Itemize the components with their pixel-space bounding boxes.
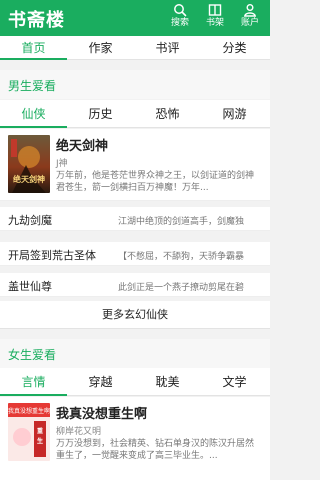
tab-time-travel[interactable]: 穿越 (67, 368, 134, 396)
list-item[interactable]: 九劫剑魔 江湖中绝顶的剑道高手，剑魔独 (0, 207, 270, 231)
site-logo[interactable]: 书斋楼 (8, 6, 65, 32)
cover-title: 我真没想重生啊 (8, 407, 50, 415)
book-title[interactable]: 我真没想重生啊 (56, 403, 147, 422)
list-item-title: 盖世仙尊 (8, 280, 52, 293)
svg-text:重: 重 (37, 427, 43, 435)
book-title[interactable]: 绝天剑神 (56, 135, 108, 154)
list-item-title: 开局签到荒古圣体 (8, 249, 96, 262)
book-description: 万年前，他是苍茫世界众神之王，以剑证道的剑神君苍生，箭一剑横扫百万神魔！万年..… (56, 171, 255, 193)
tab-literature[interactable]: 文学 (201, 368, 268, 396)
nav-home[interactable]: 首页 (0, 36, 67, 60)
svg-text:生: 生 (37, 437, 43, 445)
featured-book-male[interactable]: 绝天剑神 绝天剑神 J神 万年前，他是苍茫世界众神之王，以剑证道的剑神君苍生，箭… (0, 129, 270, 201)
section-header-male: 男生爱看 (0, 70, 270, 99)
list-item[interactable]: 盖世仙尊 此剑正是一个燕子撩动剪尾在碧 (0, 273, 270, 297)
genre-tabs-male: 仙侠 历史 恐怖 网游 (0, 100, 270, 128)
search-icon (174, 4, 187, 17)
tab-xianxia[interactable]: 仙侠 (0, 100, 67, 128)
bookshelf-button[interactable]: 书架 (201, 3, 229, 29)
cover-title: 绝天剑神 (13, 174, 45, 184)
book-cover[interactable]: 重 生 我真没想重生啊 (8, 403, 50, 461)
nav-authors[interactable]: 作家 (67, 36, 134, 60)
nav-active-indicator (0, 58, 67, 60)
tab-danmei[interactable]: 耽美 (134, 368, 201, 396)
account-label: 账户 (240, 18, 259, 28)
list-item[interactable]: 开局签到荒古圣体 【不憋屈，不舔狗，天骄争霸暴 (0, 242, 270, 266)
book-cover[interactable]: 绝天剑神 (8, 135, 50, 193)
section-title-female: 女生爱看 (8, 348, 57, 362)
featured-book-female[interactable]: 重 生 我真没想重生啊 我真没想重生啊 柳岸花又明 万万没想到，社会精英、钻石单… (0, 397, 270, 480)
list-item-title: 九劫剑魔 (8, 214, 52, 227)
app-header: 书斋楼 搜索 书架 账户 (0, 0, 270, 36)
book-cover-art: 绝天剑神 (8, 135, 50, 193)
search-label: 搜索 (170, 18, 189, 28)
tab-online-game[interactable]: 网游 (201, 100, 268, 128)
book-author: J神 (56, 159, 68, 169)
spacer (0, 330, 270, 339)
account-icon (243, 4, 257, 17)
section-header-female: 女生爱看 (0, 339, 270, 368)
tab-active-indicator (0, 126, 67, 128)
bookshelf-label: 书架 (205, 18, 224, 28)
list-item-desc: 此剑正是一个燕子撩动剪尾在碧 (118, 283, 245, 293)
nav-categories[interactable]: 分类 (201, 36, 268, 60)
list-item-desc: 【不憋屈，不舔狗，天骄争霸暴 (118, 252, 245, 262)
account-button[interactable]: 账户 (236, 3, 264, 29)
tab-active-indicator (0, 394, 67, 396)
search-button[interactable]: 搜索 (166, 3, 194, 29)
book-author: 柳岸花又明 (56, 427, 102, 437)
spacer (0, 61, 270, 70)
list-item-desc: 江湖中绝顶的剑道高手，剑魔独 (118, 217, 245, 227)
nav-reviews[interactable]: 书评 (134, 36, 201, 60)
tab-horror[interactable]: 恐怖 (134, 100, 201, 128)
genre-tabs-female: 言情 穿越 耽美 文学 (0, 368, 270, 396)
more-xianxia-button[interactable]: 更多玄幻仙侠 (0, 301, 270, 329)
main-nav: 首页 作家 书评 分类 (0, 36, 270, 60)
book-description: 万万没想到，社会精英、钻石单身汉的陈汉升居然重生了，一觉醒来变成了高三毕业生。.… (56, 439, 255, 461)
section-title-male: 男生爱看 (8, 79, 57, 93)
bookshelf-icon (208, 4, 222, 16)
book-cover-art: 重 生 我真没想重生啊 (8, 403, 50, 461)
tab-history[interactable]: 历史 (67, 100, 134, 128)
tab-romance[interactable]: 言情 (0, 368, 67, 396)
